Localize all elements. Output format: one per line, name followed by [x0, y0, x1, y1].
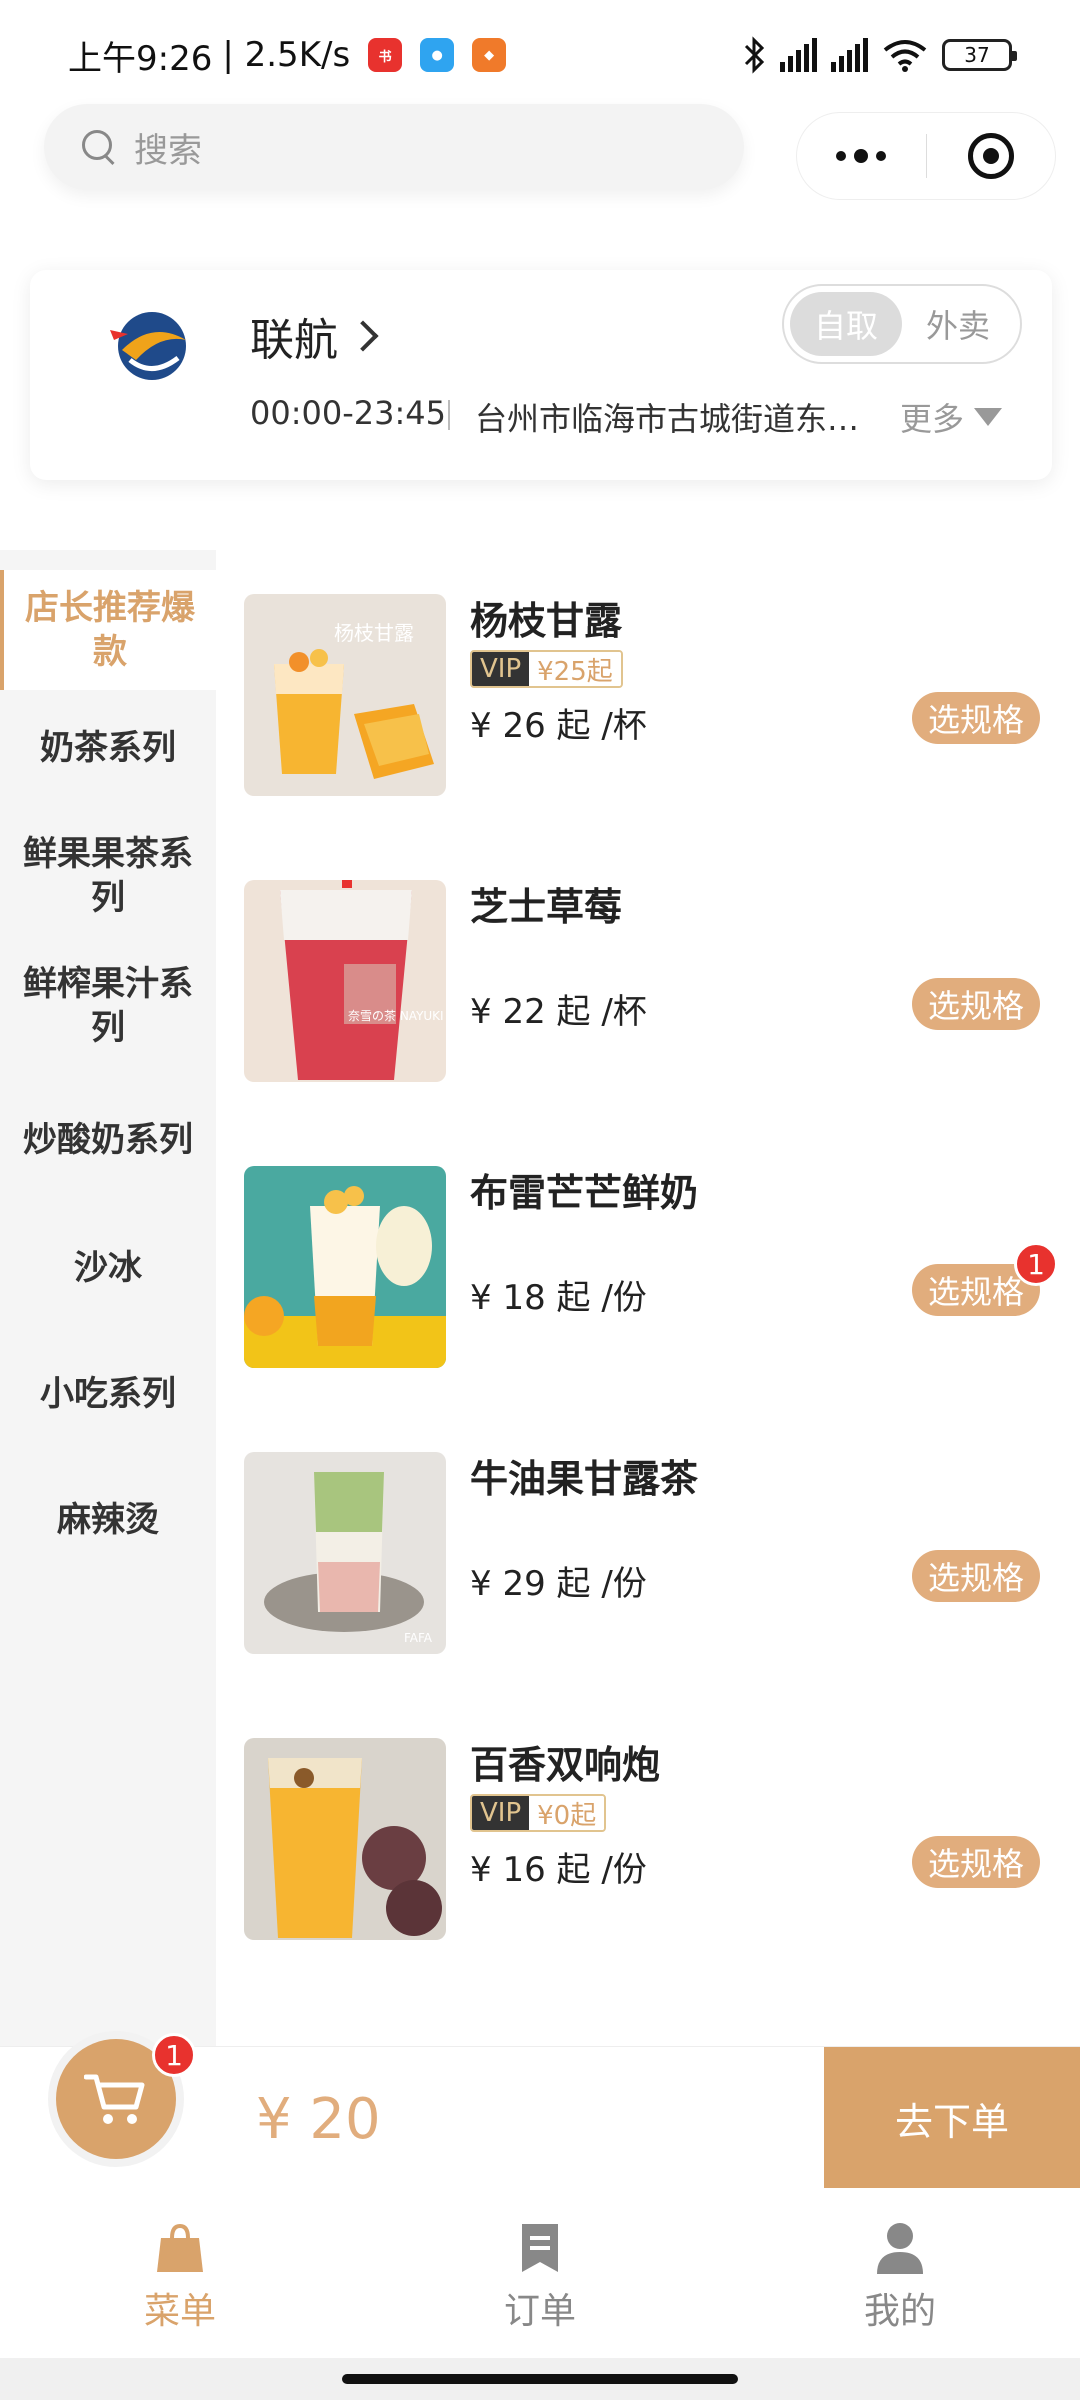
- product-image[interactable]: 杨枝甘露: [244, 594, 446, 796]
- product-name: 杨枝甘露: [470, 599, 623, 643]
- select-spec-button[interactable]: 选规格: [912, 1550, 1040, 1602]
- category-item[interactable]: 鲜榨果汁系列: [0, 962, 216, 1050]
- product-item[interactable]: 布雷芒芒鲜奶 ¥ 18 起 /份 选规格 1: [244, 1166, 1058, 1372]
- chat-app-icon: ●: [420, 38, 455, 72]
- cart-total: ¥ 20: [256, 2087, 381, 2152]
- shop-name-link[interactable]: 联航: [250, 304, 379, 368]
- status-time: 上午9:26: [68, 38, 213, 79]
- search-input[interactable]: 搜索: [44, 104, 744, 190]
- category-item[interactable]: 沙冰: [0, 1246, 216, 1290]
- product-price: ¥ 22 起 /杯: [470, 992, 647, 1032]
- category-item[interactable]: 小吃系列: [0, 1372, 216, 1416]
- strawberry-drink-image: 奈雪の茶 NAYUKI: [244, 880, 446, 1082]
- product-image[interactable]: [244, 1738, 446, 1940]
- search-icon: [80, 128, 118, 166]
- category-item[interactable]: 麻辣烫: [0, 1498, 216, 1542]
- product-name: 百香双响炮: [470, 1743, 661, 1787]
- cart-bar: 1 ¥ 20 去下单: [0, 2031, 1080, 2189]
- category-item[interactable]: 奶茶系列: [0, 726, 216, 770]
- miniprogram-capsule: [796, 112, 1056, 200]
- product-price: ¥ 18 起 /份: [470, 1278, 647, 1318]
- shopping-cart-icon: [84, 2074, 145, 2124]
- image-caption: 奈雪の茶 NAYUKI: [348, 1008, 444, 1023]
- tab-menu[interactable]: 菜单: [0, 2188, 360, 2358]
- search-placeholder: 搜索: [134, 130, 202, 171]
- passionfruit-drink-image: [244, 1738, 446, 1940]
- tab-orders[interactable]: 订单: [360, 2188, 720, 2358]
- status-bar: 上午9:26 | 2.5K/s 书 ● ◆ 37: [0, 0, 1080, 110]
- tab-orders-label: 订单: [503, 2291, 576, 2332]
- product-image[interactable]: [244, 1166, 446, 1368]
- product-item[interactable]: 奈雪の茶 NAYUKI 芝士草莓 ¥ 22 起 /杯 选规格: [244, 880, 1054, 1086]
- product-price: ¥ 26 起 /杯: [470, 706, 647, 746]
- wifi-icon: [883, 40, 927, 72]
- item-count-badge: 1: [1014, 1242, 1058, 1286]
- vip-label: VIP: [472, 1796, 530, 1830]
- product-item[interactable]: FAFA 牛油果甘露茶 ¥ 29 起 /份 选规格: [244, 1452, 1054, 1658]
- select-spec-button[interactable]: 选规格: [912, 978, 1040, 1030]
- product-image[interactable]: FAFA: [244, 1452, 446, 1654]
- select-spec-button[interactable]: 选规格: [912, 1836, 1040, 1888]
- mango-drink-image: 杨枝甘露: [244, 594, 446, 796]
- more-options-button[interactable]: [797, 113, 926, 199]
- user-icon: [877, 2223, 923, 2274]
- category-item[interactable]: 炒酸奶系列: [0, 1118, 216, 1162]
- shop-more-button[interactable]: 更多: [900, 394, 1003, 440]
- product-name: 布雷芒芒鲜奶: [470, 1171, 699, 1215]
- category-item[interactable]: 店长推荐爆款: [0, 570, 216, 690]
- bluetooth-icon: [744, 36, 765, 74]
- target-icon: [967, 133, 1014, 179]
- cart-count-badge: 1: [152, 2033, 196, 2077]
- select-spec-button[interactable]: 选规格: [912, 692, 1040, 744]
- product-name: 芝士草莓: [470, 885, 623, 929]
- shop-logo: [110, 312, 186, 380]
- product-name: 牛油果甘露茶: [470, 1457, 699, 1501]
- bottom-tab-bar: 菜单 订单 我的: [0, 2188, 1080, 2358]
- chevron-right-icon: [347, 320, 379, 352]
- tab-profile[interactable]: 我的: [720, 2188, 1080, 2358]
- product-price: ¥ 16 起 /份: [470, 1850, 647, 1890]
- product-image[interactable]: 奈雪の茶 NAYUKI: [244, 880, 446, 1082]
- shop-address: 台州市临海市古城街道东…: [475, 400, 860, 438]
- order-icon: [522, 2224, 558, 2272]
- avocado-drink-image: FAFA: [244, 1452, 446, 1654]
- vip-price-tag: VIP ¥25起: [470, 650, 623, 688]
- shop-hours: 00:00-23:45: [250, 394, 446, 432]
- home-indicator[interactable]: [342, 2374, 738, 2384]
- signal-icon-2: [831, 38, 868, 72]
- product-price: ¥ 29 起 /份: [470, 1564, 647, 1604]
- mode-delivery[interactable]: 外卖: [902, 292, 1014, 356]
- status-speed: | 2.5K/s: [222, 35, 351, 75]
- shopping-bag-icon: [157, 2223, 203, 2272]
- hours-divider: [448, 400, 450, 430]
- product-item[interactable]: 杨枝甘露 杨枝甘露 VIP ¥25起 ¥ 26 起 /杯 选规格: [244, 594, 1054, 800]
- orange-app-icon: ◆: [472, 38, 507, 72]
- close-miniprogram-button[interactable]: [926, 113, 1055, 199]
- tab-menu-label: 菜单: [143, 2291, 216, 2332]
- image-caption: FAFA: [404, 1631, 433, 1645]
- signal-icon: [780, 38, 817, 72]
- image-caption: 杨枝甘露: [334, 621, 414, 645]
- vip-price: ¥0起: [529, 1796, 605, 1830]
- battery-icon: 37: [942, 39, 1017, 71]
- vip-label: VIP: [472, 652, 530, 686]
- order-mode-toggle: 自取 外卖: [782, 284, 1022, 364]
- checkout-button[interactable]: 去下单: [824, 2047, 1080, 2189]
- xiaohongshu-app-icon: 书: [368, 38, 403, 72]
- tab-profile-label: 我的: [863, 2291, 936, 2332]
- shop-info-card: 联航 00:00-23:45 台州市临海市古城街道东… 更多 自取 外卖: [30, 270, 1052, 480]
- vip-price-tag: VIP ¥0起: [470, 1794, 607, 1832]
- more-label: 更多: [900, 400, 965, 438]
- vip-price: ¥25起: [529, 652, 621, 686]
- triangle-down-icon: [974, 408, 1003, 426]
- product-item[interactable]: 百香双响炮 VIP ¥0起 ¥ 16 起 /份 选规格: [244, 1738, 1054, 1944]
- category-sidebar: 店长推荐爆款 奶茶系列 鲜果果茶系列 鲜榨果汁系列 炒酸奶系列 沙冰 小吃系列 …: [0, 550, 216, 2050]
- mode-pickup[interactable]: 自取: [790, 292, 902, 356]
- mango-milk-image: [244, 1166, 446, 1368]
- shop-name: 联航: [250, 315, 338, 366]
- category-item[interactable]: 鲜果果茶系列: [0, 832, 216, 920]
